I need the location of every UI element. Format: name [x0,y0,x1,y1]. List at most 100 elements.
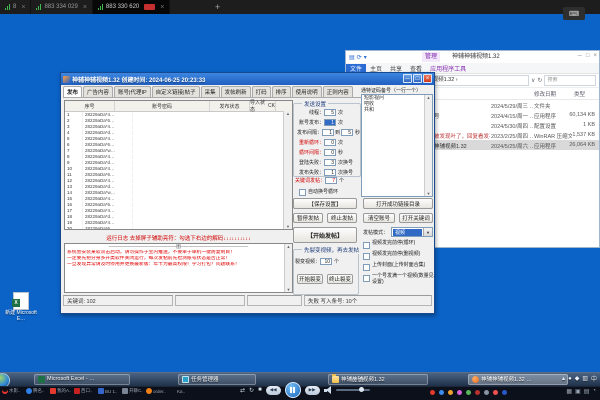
host-taskbar-button[interactable]: 水影.. [2,388,23,394]
log-scrollbar[interactable]: ▲▼ [284,244,292,292]
close-tab-icon[interactable]: × [160,4,164,11]
setting-input[interactable]: 1 [324,119,336,126]
chevron-down-icon[interactable]: ▼ [423,228,432,236]
table-column-header[interactable]: 账号密码 [115,101,210,111]
app-tab[interactable]: 使用说明 [292,86,322,97]
host-tray-icon[interactable] [484,390,489,395]
log-textarea[interactable]: ———————————————图——————————————— 系统会安装某软双… [64,243,293,293]
app-titlebar[interactable]: 神辅神辅视频1.32 创建时间: 2024-06-25 20:23:33 ─ □… [61,73,434,85]
codes-item[interactable]: 共和 [362,107,432,113]
setting-input[interactable]: 3 [324,159,336,166]
host-tray-icon[interactable] [457,390,462,395]
table-row[interactable]: 20 28229aDa*6… [65,225,284,229]
explorer-window-controls[interactable]: ─ □× [578,53,597,59]
save-settings-button[interactable]: 【保存设置】 [293,198,357,209]
table-column-header[interactable]: 序号 [65,101,115,111]
remote-session-tab[interactable]: 883 330 620 × [93,0,170,14]
stop-icon[interactable]: ■ [258,387,262,393]
window-control-icon[interactable]: □ [586,53,590,59]
open-keywords-button[interactable]: 打开关键词 [399,213,433,223]
host-tray-icon[interactable] [448,390,453,395]
checkbox-icon[interactable] [363,275,370,282]
close-button[interactable]: × [423,74,432,83]
play-pause-button[interactable] [285,382,301,398]
setting-input[interactable]: 5 [324,109,336,116]
host-tray-icon[interactable] [475,390,480,395]
setting-input[interactable]: 1 [324,169,336,176]
repeat-icon[interactable]: ↻ [249,387,254,394]
refresh-icon[interactable]: ↻ [537,77,542,84]
tray-icon[interactable]: ◆ [575,375,580,382]
window-control-icon[interactable]: × [593,53,597,59]
checkbox-icon[interactable] [363,264,370,271]
codes-scrollbar[interactable]: ▲▼ [424,95,432,196]
start-posting-button[interactable]: 【开始发帖】 [293,227,357,243]
checkbox-icon[interactable] [363,242,370,249]
host-taskbar-button[interactable]: BU 1.. [98,388,119,394]
table-column-header[interactable]: 导入状态 [250,101,268,111]
quick-access-icon[interactable]: ⟳ [357,54,362,61]
desktop-icon-excel[interactable]: X 新建 Microsoft E… [4,292,38,322]
app-tab[interactable]: 发帖刷新 [221,86,251,97]
host-tray-icon[interactable] [430,390,435,395]
pause-posting-button[interactable]: 暂停发帖 [293,213,323,223]
table-column-header[interactable]: CK [268,101,276,111]
column-header[interactable]: 类型 [574,90,585,98]
host-taskbar-button[interactable]: 西口.. [74,388,95,394]
checkbox-icon[interactable] [299,189,306,196]
volume-icon[interactable] [324,386,332,394]
address-dropdown-icon[interactable]: ∨ [531,77,535,84]
host-tray-icon[interactable] [439,390,444,395]
clear-accounts-button[interactable]: 清空账号 [363,213,395,223]
auto-switch-checkbox[interactable]: 自动换号循环 [299,188,338,196]
table-column-header[interactable]: 发布状态 [210,101,250,111]
table-scrollbar[interactable]: ▲▼ [283,111,292,229]
close-tab-icon[interactable]: × [21,4,25,11]
host-tray-icon[interactable] [502,390,507,395]
option-checkbox[interactable]: 一个号发满一个视频(数量见设置) [363,274,435,285]
setting-input-2[interactable]: 5 [341,129,353,136]
column-header[interactable]: 修改日期 [534,90,556,98]
tray-icon[interactable]: 中 [591,374,597,383]
setting-input[interactable]: 0 [324,149,336,156]
remote-session-tab[interactable]: 883 334 029 × [31,0,92,14]
host-taskbar-button[interactable]: Ka.. [170,388,191,394]
setting-input[interactable]: 0 [324,139,336,146]
quick-access-icon[interactable]: ▾ [364,54,367,61]
next-track-button[interactable]: ▶▶ [305,386,320,395]
mode-combobox[interactable]: 视频 ▼ [391,227,433,237]
host-taskbar-button[interactable]: order.. [146,388,167,394]
quick-access-toolbar[interactable]: ▤⟳▾ [349,54,367,61]
taskbar-button[interactable]: 神辅神辅视频1.32 … [468,374,568,385]
minimize-button[interactable]: ─ [403,74,412,83]
remote-session-tab[interactable]: 8 × [0,0,31,14]
host-taskbar-button[interactable]: 腾名.. [26,388,47,394]
stop-fission-button[interactable]: 终止裂变 [327,274,353,284]
codes-listbox[interactable]: 短影视问吧收共和 ▲▼ [361,94,433,197]
host-tray-icon[interactable] [493,390,498,395]
app-tab[interactable]: 采集 [201,86,220,97]
option-checkbox[interactable]: 视频发完前停(删视频) [363,252,435,260]
app-tab[interactable]: 发布 [63,86,82,97]
stop-posting-button[interactable]: 终止发帖 [327,213,357,223]
start-fission-button[interactable]: 开始裂变 [297,274,323,284]
window-control-icon[interactable]: ─ [578,53,582,59]
tray-icon[interactable]: ▴ [562,375,565,382]
host-system-icon[interactable]: ◔ [592,388,596,395]
volume-slider[interactable] [336,389,370,391]
app-tab[interactable]: 账号|代理IP [114,86,151,97]
host-system-icon[interactable]: ▣ [575,388,581,395]
tray-icon[interactable]: ▥ [582,375,588,382]
app-tab[interactable]: 排序 [272,86,291,97]
app-tab[interactable]: 正则内容 [323,86,353,97]
remote-keyboard-icon[interactable]: ⌨ [563,7,585,20]
host-taskbar-button[interactable]: 开聊C.. [122,388,143,394]
previous-track-button[interactable]: ◀◀ [266,386,281,395]
new-tab-button[interactable]: + [208,0,227,14]
option-checkbox[interactable]: 视频发完前停(循环) [363,241,435,249]
app-tab[interactable]: 打码 [252,86,271,97]
host-tray-icon[interactable] [466,390,471,395]
quick-access-icon[interactable]: ▤ [349,54,355,61]
close-tab-icon[interactable]: × [83,4,87,11]
host-system-icon[interactable]: ▤ [584,388,590,395]
